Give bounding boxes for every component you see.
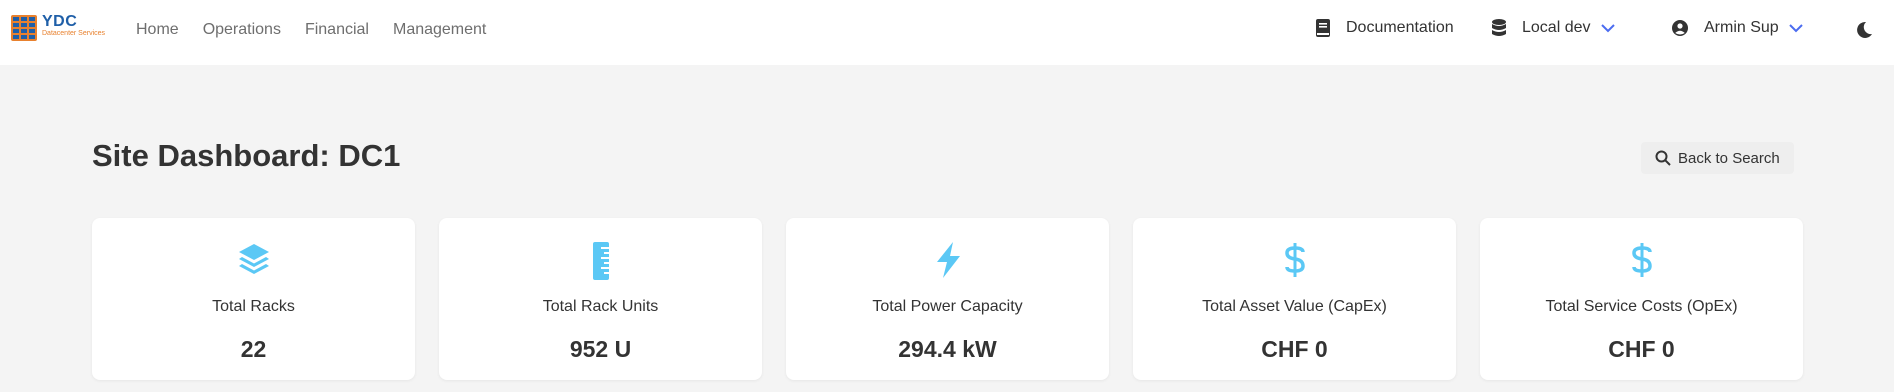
user-menu[interactable]: Armin Sup xyxy=(1672,19,1803,37)
card-label: Total Asset Value (CapEx) xyxy=(1202,298,1387,315)
theme-toggle[interactable] xyxy=(1855,21,1873,39)
documentation-label: Documentation xyxy=(1346,19,1454,36)
main-nav: Home Operations Financial Management xyxy=(136,0,510,59)
chevron-down-icon xyxy=(1600,23,1615,32)
bolt-icon xyxy=(936,242,960,278)
card-value: 952 U xyxy=(569,336,632,362)
environment-dropdown[interactable]: Local dev xyxy=(1492,19,1615,37)
book-icon xyxy=(1316,19,1330,37)
ruler-icon xyxy=(592,242,609,280)
environment-label: Local dev xyxy=(1522,19,1591,36)
stat-card-total-power-capacity: Total Power Capacity 294.4 kW xyxy=(786,218,1109,380)
nav-link-financial[interactable]: Financial xyxy=(305,21,369,39)
user-name: Armin Sup xyxy=(1704,19,1779,36)
brand-title: YDC xyxy=(42,13,78,30)
card-value: CHF 0 xyxy=(1608,336,1675,362)
back-to-search-button[interactable]: Back to Search xyxy=(1641,142,1794,174)
database-icon xyxy=(1492,19,1506,36)
card-label: Total Power Capacity xyxy=(872,298,1023,315)
card-value: 22 xyxy=(240,336,267,362)
dollar-icon xyxy=(1284,243,1305,277)
user-circle-icon xyxy=(1672,20,1688,36)
top-navbar: YDC Datacenter Services Home Operations … xyxy=(0,0,1894,65)
nav-link-home[interactable]: Home xyxy=(136,21,179,39)
stat-card-total-service-costs: Total Service Costs (OpEx) CHF 0 xyxy=(1480,218,1803,380)
card-label: Total Service Costs (OpEx) xyxy=(1545,298,1738,315)
card-label: Total Rack Units xyxy=(542,298,659,315)
card-label: Total Racks xyxy=(212,298,295,315)
search-icon xyxy=(1655,150,1671,166)
brand-logo[interactable]: YDC Datacenter Services xyxy=(11,13,105,43)
nav-link-management[interactable]: Management xyxy=(393,21,486,39)
back-to-search-label: Back to Search xyxy=(1678,149,1780,167)
layers-icon xyxy=(238,244,269,274)
card-value: 294.4 kW xyxy=(898,336,997,362)
nav-link-operations[interactable]: Operations xyxy=(203,21,281,39)
chevron-down-icon xyxy=(1788,23,1803,32)
summary-cards: Total Racks 22 Total Rack Units 952 U To… xyxy=(92,218,1803,380)
brand-subtitle: Datacenter Services xyxy=(42,30,106,37)
stat-card-total-rack-units: Total Rack Units 952 U xyxy=(439,218,762,380)
documentation-link[interactable]: Documentation xyxy=(1316,19,1454,37)
card-value: CHF 0 xyxy=(1261,336,1328,362)
stat-card-total-asset-value: Total Asset Value (CapEx) CHF 0 xyxy=(1133,218,1456,380)
logo-mark-icon xyxy=(11,15,37,41)
page-title: Site Dashboard: DC1 xyxy=(92,138,401,173)
dollar-icon xyxy=(1631,243,1652,277)
stat-card-total-racks: Total Racks 22 xyxy=(92,218,415,380)
moon-icon xyxy=(1857,21,1872,38)
